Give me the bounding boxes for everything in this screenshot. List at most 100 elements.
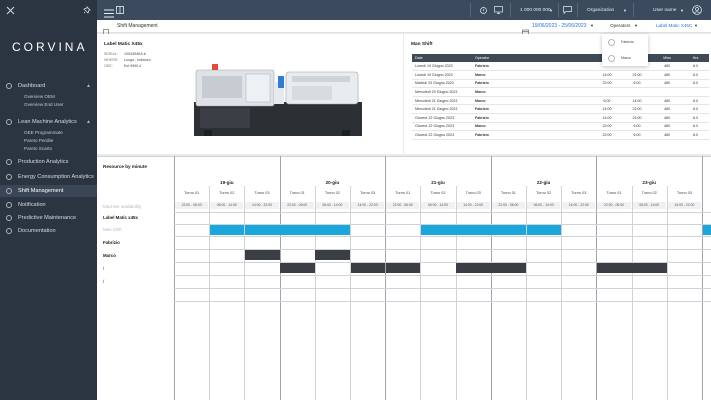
organization-select[interactable]: Organization xyxy=(587,0,614,20)
table-cell: 480 xyxy=(652,79,682,89)
table-cell: 14:00 xyxy=(622,96,652,106)
table-row[interactable]: Mercoledì 21 Giugno 2023 Marco 6:00 14:00 48… xyxy=(412,96,709,106)
marco-shift-bar[interactable] xyxy=(456,263,491,273)
dropdown-option-fabrizio[interactable]: Fabrizio xyxy=(602,34,648,50)
sidebar-nav: Dashboard ▲ Overview OEM Overview End Us… xyxy=(0,80,97,237)
table-cell: Giovedì 22 Giugno 2023 xyxy=(412,130,472,140)
table-header-row: Date Operator Start End Mins Hrs xyxy=(412,54,709,62)
fabrizio-shift-bar[interactable] xyxy=(315,250,350,260)
dropdown-option-marco[interactable]: Marco xyxy=(602,50,648,66)
table-row[interactable]: Lunedì 19 Giugno 2023 Fabrizio 480 8.0 xyxy=(412,62,709,72)
pin-icon[interactable] xyxy=(83,6,91,14)
table-cell: Fabrizio xyxy=(472,79,592,89)
column-header[interactable]: Mins xyxy=(652,54,682,62)
column-header[interactable]: Hrs xyxy=(682,54,709,62)
monitor-icon[interactable] xyxy=(494,0,503,20)
machine-availability-bar[interactable] xyxy=(491,225,526,235)
close-icon[interactable] xyxy=(6,6,15,15)
table-row[interactable]: Mercoledì 20 Giugno 2023 Marco xyxy=(412,87,709,97)
sidebar-item-lean-machine-analytics[interactable]: Lean Machine Analytics ▲ xyxy=(0,116,97,128)
table-cell: 14:00 xyxy=(592,113,622,123)
marco-shift-bar[interactable] xyxy=(596,263,632,273)
resource-by-minute-panel: Resource by minute Machine availability … xyxy=(97,156,711,400)
sidebar-item-shift-management[interactable]: Shift Management xyxy=(0,185,97,197)
turn-separator xyxy=(314,186,316,400)
chevron-down-icon[interactable]: ▼ xyxy=(623,0,627,20)
machine-select[interactable]: Label Matic X45C xyxy=(656,23,692,28)
turn-header: Turno 01 xyxy=(184,191,200,195)
machine-availability-bar[interactable] xyxy=(456,225,491,235)
turn-header: Turno 03 xyxy=(360,191,376,195)
sidebar-subitem-overview-end-user[interactable]: Overview End User xyxy=(0,100,97,108)
grid-icon[interactable] xyxy=(116,0,124,20)
sidebar-item-energy-consumption[interactable]: Energy Consumption Analytics xyxy=(0,171,97,183)
table-cell: Mercoledì 21 Giugno 2023 xyxy=(412,96,472,106)
fabrizio-shift-bar[interactable] xyxy=(244,250,280,260)
user-icon[interactable] xyxy=(692,0,702,20)
maintenance-icon xyxy=(6,215,12,221)
operators-select[interactable]: Operators xyxy=(610,23,630,28)
table-cell: 22:00 xyxy=(592,130,622,140)
shift-icon xyxy=(6,188,12,194)
header-count: 1 000 000 000 xyxy=(520,7,551,13)
machine-availability-bar[interactable] xyxy=(280,225,315,235)
machine-availability-bar[interactable] xyxy=(702,225,711,235)
table-row[interactable]: Giovedì 22 Giugno 2023 Fabrizio 22:00 6:00 4… xyxy=(412,130,709,140)
turn-header: Turno 02 xyxy=(430,191,446,195)
table-cell: Fabrizio xyxy=(472,130,592,140)
marco-shift-bar[interactable] xyxy=(280,263,315,273)
chevron-down-icon[interactable]: ▼ xyxy=(694,23,698,28)
sidebar-subitem-pareto-perdite[interactable]: Pareto Perdite xyxy=(0,136,97,144)
time-range: 06:00 - 14:00 xyxy=(315,202,349,209)
table-row[interactable]: Giovedì 22 Giugno 2023 Marco 22:00 6:00 480 8… xyxy=(412,122,709,132)
table-row[interactable]: Martedì 20 Giugno 2023 Fabrizio 22:00 6:00 4… xyxy=(412,79,709,89)
table-row[interactable]: Lunedì 19 Giugno 2023 Marco 14:00 22:00 480 8… xyxy=(412,70,709,80)
chevron-down-icon[interactable]: ▼ xyxy=(634,23,638,28)
page-toolbar: Shift Management 19/06/2023 - 25/06/2023… xyxy=(97,20,711,36)
sidebar-item-production-analytics[interactable]: Production Analytics xyxy=(0,156,97,168)
machine-availability-bar[interactable] xyxy=(209,225,245,235)
chevron-down-icon[interactable]: ▼ xyxy=(549,0,553,20)
chat-icon[interactable] xyxy=(563,0,572,20)
sidebar-item-label: Dashboard xyxy=(18,83,46,89)
marco-shift-bar[interactable] xyxy=(385,263,421,273)
marco-shift-bar[interactable] xyxy=(491,263,526,273)
sidebar-item-notification[interactable]: Notification xyxy=(0,199,97,211)
table-row[interactable]: Mercoledì 21 Giugno 2023 Fabrizio 14:00 22:… xyxy=(412,104,709,115)
table-cell: 14:00 xyxy=(592,70,622,80)
column-header[interactable]: Operator xyxy=(472,54,592,62)
sidebar-item-label: Energy Consumption Analytics xyxy=(18,174,94,180)
sidebar-item-dashboard[interactable]: Dashboard ▲ xyxy=(0,80,97,92)
table-cell: 22:00 xyxy=(592,122,622,132)
marco-shift-bar[interactable] xyxy=(632,263,667,273)
sidebar-item-predictive-maintenance[interactable]: Predictive Maintenance xyxy=(0,212,97,224)
row-separator xyxy=(174,288,711,289)
table-cell xyxy=(622,87,652,97)
column-header[interactable]: Date xyxy=(412,54,472,62)
table-cell: Marco xyxy=(472,96,592,106)
alert-icon[interactable] xyxy=(480,0,487,20)
machine-availability-bar[interactable] xyxy=(526,225,562,235)
day-header: 20-giu xyxy=(325,180,340,185)
table-row[interactable]: Giovedì 22 Giugno 2023 Fabrizio 14:00 22:00… xyxy=(412,113,709,123)
machine-availability-bar[interactable] xyxy=(315,225,350,235)
machine-availability-bar[interactable] xyxy=(244,225,280,235)
man-shift-title: Man Shift xyxy=(411,42,433,47)
sidebar-item-documentation[interactable]: Documentation xyxy=(0,225,97,237)
table-cell: Lunedì 19 Giugno 2023 xyxy=(412,70,472,80)
table-cell: 480 xyxy=(652,130,682,140)
sidebar-subitem-overview-oem[interactable]: Overview OEM xyxy=(0,92,97,100)
chevron-down-icon[interactable]: ▼ xyxy=(680,0,684,20)
chevron-down-icon[interactable]: ▼ xyxy=(590,23,594,28)
table-cell xyxy=(682,87,709,97)
top-header: 1 000 000 000 ▼ Organization ▼ User name… xyxy=(97,0,711,20)
marco-shift-bar[interactable] xyxy=(350,263,386,273)
sidebar-subitem-oee[interactable]: OEE Programmate xyxy=(0,128,97,136)
table-cell: 6:00 xyxy=(592,96,622,106)
machine-availability-bar[interactable] xyxy=(420,225,456,235)
table-cell xyxy=(652,87,682,97)
turn-separator xyxy=(420,186,422,400)
username-select[interactable]: User name xyxy=(653,0,676,20)
date-range-picker[interactable]: 19/06/2023 - 25/06/2023 xyxy=(532,23,587,29)
sidebar-subitem-pareto-scarto[interactable]: Pareto Scarto xyxy=(0,144,97,152)
